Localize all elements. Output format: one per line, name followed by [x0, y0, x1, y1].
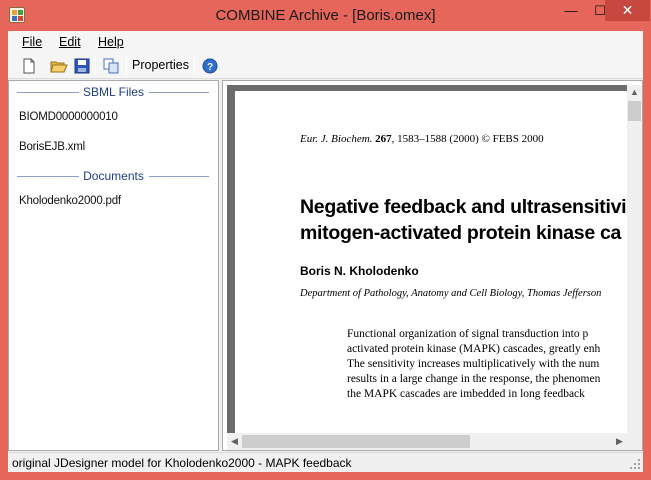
toolbar-separator	[126, 57, 127, 75]
toolbar-separator	[194, 57, 195, 75]
scroll-corner	[627, 433, 642, 450]
paper-title: Negative feedback and ultrasensitivi mit…	[300, 194, 627, 246]
menu-edit-label: Edit	[59, 35, 81, 49]
paper-title-line: mitogen-activated protein kinase ca	[300, 222, 622, 244]
app-window: COMBINE Archive - [Boris.omex] — ☐ ✕ Fil…	[0, 0, 651, 480]
toolbar-separator	[95, 57, 96, 75]
abstract-line: Functional organization of signal transd…	[347, 328, 589, 340]
status-text: original JDesigner model for Kholodenko2…	[12, 456, 352, 470]
sbml-file-item[interactable]: BIOMD0000000010	[19, 111, 118, 123]
client-area: File Edit Help Properties ? SBML Files B…	[8, 31, 643, 472]
title-bar[interactable]: COMBINE Archive - [Boris.omex] — ☐ ✕	[0, 0, 651, 30]
open-folder-icon[interactable]	[50, 57, 68, 75]
pdf-viewer[interactable]: Eur. J. Biochem. 267, 1583–1588 (2000) ©…	[227, 85, 629, 433]
copy-icon[interactable]	[102, 57, 120, 75]
close-button[interactable]: ✕	[605, 0, 650, 21]
document-viewer-panel: Eur. J. Biochem. 267, 1583–1588 (2000) ©…	[222, 80, 643, 451]
help-icon[interactable]: ?	[201, 57, 219, 75]
pdf-page: Eur. J. Biochem. 267, 1583–1588 (2000) ©…	[235, 91, 629, 433]
horizontal-scroll-thumb[interactable]	[242, 435, 470, 448]
archive-contents-panel: SBML Files BIOMD0000000010 BorisEJB.xml …	[8, 80, 219, 451]
svg-text:?: ?	[207, 62, 213, 73]
paper-affiliation: Department of Pathology, Anatomy and Cel…	[300, 288, 602, 299]
vertical-scroll-thumb[interactable]	[628, 101, 641, 121]
paper-abstract: Functional organization of signal transd…	[347, 327, 629, 402]
menu-bar: File Edit Help	[8, 31, 643, 53]
header-rule	[149, 92, 209, 93]
horizontal-scrollbar[interactable]: ◀ ▶	[227, 433, 627, 450]
save-icon[interactable]	[73, 57, 91, 75]
document-item[interactable]: Kholodenko2000.pdf	[19, 195, 121, 207]
sbml-files-header: SBML Files	[9, 85, 218, 99]
minimize-button[interactable]: —	[556, 0, 586, 21]
toolbar: Properties ?	[8, 53, 643, 79]
abstract-line: The sensitivity increases multiplicative…	[347, 358, 600, 370]
paper-title-line: Negative feedback and ultrasensitivi	[300, 196, 627, 218]
menu-file[interactable]: File	[22, 35, 42, 49]
menu-file-label: File	[22, 35, 43, 49]
new-document-icon[interactable]	[20, 57, 38, 75]
abstract-line: the MAPK cascades are imbedded in long f…	[347, 388, 585, 400]
properties-button[interactable]: Properties	[132, 58, 189, 72]
vertical-scrollbar[interactable]: ▲	[627, 85, 642, 433]
abstract-line: results in a large change in the respons…	[347, 373, 601, 385]
scroll-right-arrow-icon[interactable]: ▶	[612, 433, 627, 450]
scroll-up-arrow-icon[interactable]: ▲	[627, 85, 642, 100]
scroll-left-arrow-icon[interactable]: ◀	[227, 433, 242, 450]
menu-edit[interactable]: Edit	[59, 35, 81, 49]
header-rule	[149, 176, 209, 177]
resize-grip-icon[interactable]	[629, 458, 641, 470]
status-bar: original JDesigner model for Kholodenko2…	[8, 452, 643, 472]
journal-citation: Eur. J. Biochem. 267, 1583–1588 (2000) ©…	[300, 133, 544, 145]
paper-author: Boris N. Kholodenko	[300, 264, 419, 278]
menu-help-label: Help	[98, 35, 124, 49]
documents-header: Documents	[9, 169, 218, 183]
abstract-line: activated protein kinase (MAPK) cascades…	[347, 343, 601, 355]
journal-details: , 1583–1588 (2000) © FEBS 2000	[391, 133, 544, 145]
sbml-file-item[interactable]: BorisEJB.xml	[19, 141, 85, 153]
menu-help[interactable]: Help	[98, 35, 124, 49]
window-title: COMBINE Archive - [Boris.omex]	[215, 7, 436, 24]
journal-name: Eur. J. Biochem.	[300, 133, 373, 145]
journal-volume: 267	[375, 133, 392, 145]
